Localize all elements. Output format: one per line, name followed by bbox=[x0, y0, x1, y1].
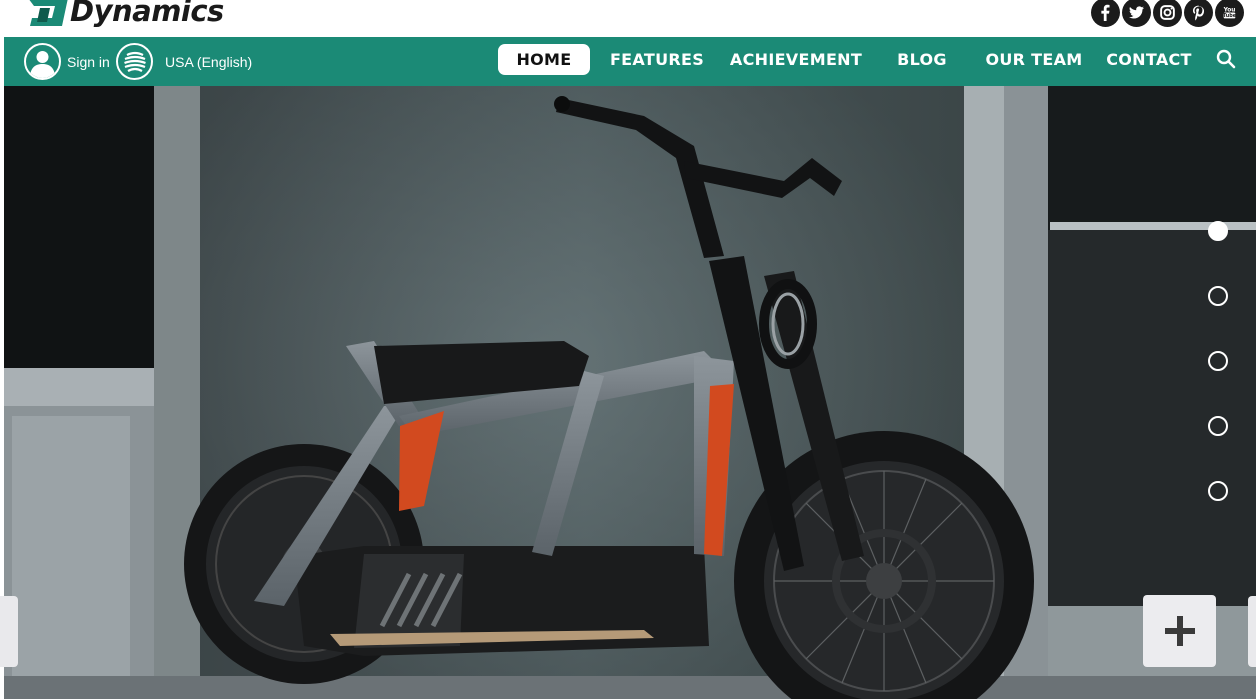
nav-achievement[interactable]: ACHIEVEMENT bbox=[726, 44, 866, 75]
svg-text:Tube: Tube bbox=[1223, 13, 1237, 19]
logo-text: Dynamics bbox=[70, 0, 224, 28]
slide-dot-3[interactable] bbox=[1208, 351, 1228, 371]
facebook-icon[interactable] bbox=[1091, 0, 1120, 27]
nav-our-team[interactable]: OUR TEAM bbox=[984, 44, 1084, 75]
region-label: USA (English) bbox=[165, 53, 253, 70]
next-slide-tab[interactable] bbox=[1248, 596, 1256, 667]
instagram-icon[interactable] bbox=[1153, 0, 1182, 27]
region-selector[interactable]: USA (English) bbox=[116, 43, 252, 80]
expand-button[interactable] bbox=[1143, 595, 1216, 667]
nav-contact[interactable]: CONTACT bbox=[1104, 44, 1194, 75]
sign-in-label: Sign in bbox=[67, 53, 110, 70]
nav-blog[interactable]: BLOG bbox=[892, 44, 952, 75]
slide-dot-1[interactable] bbox=[1208, 221, 1228, 241]
hero-image bbox=[4, 86, 1256, 699]
plus-icon bbox=[1164, 616, 1195, 646]
slide-dot-4[interactable] bbox=[1208, 416, 1228, 436]
main-navbar: Sign in USA (English) HOME FEATURES ACHI… bbox=[4, 37, 1256, 86]
social-links: You Tube bbox=[1091, 0, 1244, 27]
hero-slider bbox=[4, 86, 1256, 699]
nav-home[interactable]: HOME bbox=[498, 44, 590, 75]
top-bar: Dynamics You Tube bbox=[0, 0, 1256, 37]
nav-features[interactable]: FEATURES bbox=[610, 44, 704, 75]
globe-icon bbox=[116, 43, 153, 80]
user-icon bbox=[24, 43, 61, 80]
slide-dot-5[interactable] bbox=[1208, 481, 1228, 501]
pinterest-icon[interactable] bbox=[1184, 0, 1213, 27]
youtube-icon[interactable]: You Tube bbox=[1215, 0, 1244, 27]
search-icon[interactable] bbox=[1214, 47, 1238, 71]
page: Dynamics You Tube Sign in USA (English) … bbox=[0, 0, 1256, 699]
sign-in-link[interactable]: Sign in bbox=[24, 43, 110, 80]
brand-logo[interactable]: Dynamics bbox=[22, 0, 224, 30]
logo-mark-icon bbox=[29, 0, 68, 26]
slide-dot-2[interactable] bbox=[1208, 286, 1228, 306]
twitter-icon[interactable] bbox=[1122, 0, 1151, 27]
prev-slide-tab[interactable] bbox=[0, 596, 18, 667]
